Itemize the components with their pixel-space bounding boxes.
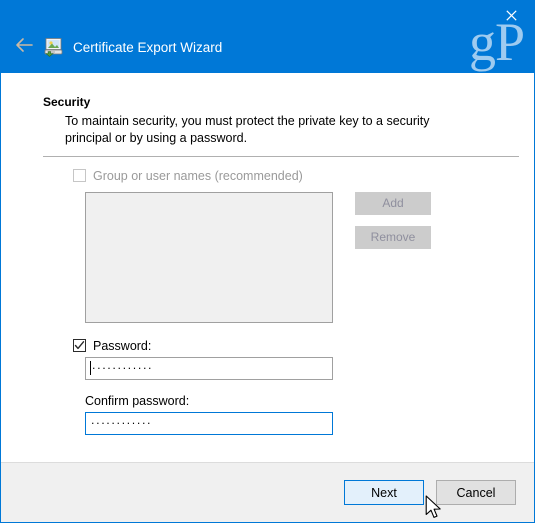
title-bar: gP Certificate Export Wizard (1, 1, 534, 73)
group-users-label: Group or user names (recommended) (93, 168, 303, 183)
certificate-export-wizard-window: gP Certificate Export Wizard Security To… (0, 0, 535, 523)
page-description: To maintain security, you must protect t… (65, 114, 430, 145)
group-users-checkbox[interactable] (73, 169, 86, 183)
wizard-nav-row: Certificate Export Wizard (1, 31, 534, 63)
group-users-listbox[interactable] (85, 191, 333, 323)
window-title: Certificate Export Wizard (73, 39, 223, 55)
cancel-button[interactable]: Cancel (436, 480, 516, 505)
confirm-password-value: ············ (91, 416, 153, 430)
password-value: ············ (92, 361, 154, 375)
password-checkbox[interactable] (73, 339, 86, 353)
add-button[interactable]: Add (355, 191, 431, 215)
password-input[interactable]: ············ (85, 356, 333, 380)
section-divider (43, 155, 519, 157)
group-users-row[interactable]: Group or user names (recommended) (73, 169, 512, 183)
next-button[interactable]: Next (344, 480, 424, 505)
certificate-export-icon (43, 36, 65, 58)
footer-bar: Next Cancel (1, 462, 534, 522)
wizard-content: Security To maintain security, you must … (1, 73, 534, 462)
back-button[interactable] (9, 32, 39, 62)
password-row[interactable]: Password: (73, 339, 512, 353)
text-caret (90, 361, 91, 376)
remove-button[interactable]: Remove (355, 225, 431, 249)
confirm-password-label: Confirm password: (85, 393, 190, 408)
password-label: Password: (93, 338, 152, 353)
page-title: Security (43, 95, 91, 109)
list-action-buttons: Add Remove (355, 191, 431, 323)
back-arrow-icon (14, 37, 34, 58)
confirm-password-input[interactable]: ············ (85, 411, 333, 435)
group-users-list-area: Add Remove (85, 191, 512, 323)
